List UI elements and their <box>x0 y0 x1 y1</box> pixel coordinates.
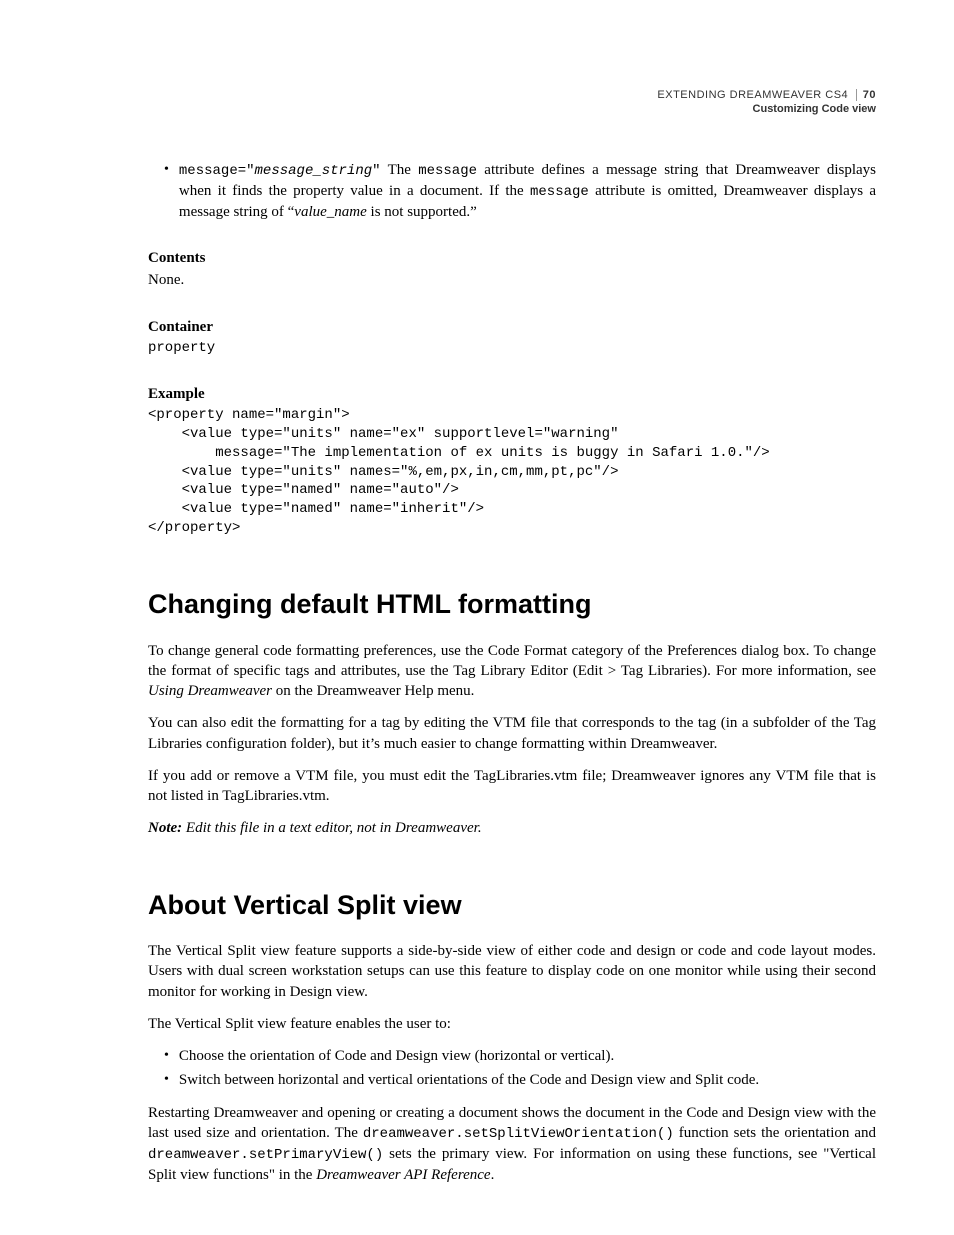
paragraph: You can also edit the formatting for a t… <box>148 713 876 754</box>
code-inline-italic: message_string <box>255 163 373 179</box>
italic-text: value_name <box>294 204 366 220</box>
page-header: EXTENDING DREAMWEAVER CS4 70 Customizing… <box>657 88 876 117</box>
text: . <box>491 1167 495 1183</box>
content: • message="message_string" The message a… <box>148 88 876 1185</box>
note: Note: Edit this file in a text editor, n… <box>148 818 876 838</box>
bullet-text: Switch between horizontal and vertical o… <box>179 1070 876 1090</box>
example-code: <property name="margin"> <value type="un… <box>148 406 876 538</box>
page: EXTENDING DREAMWEAVER CS4 70 Customizing… <box>0 0 954 1235</box>
code-inline: message <box>418 163 477 179</box>
code-inline: message=" <box>179 163 255 179</box>
text: The <box>381 162 419 178</box>
bullet-message-attr: • message="message_string" The message a… <box>148 160 876 222</box>
paragraph: The Vertical Split view feature supports… <box>148 941 876 1002</box>
text: function sets the orientation and <box>674 1125 876 1141</box>
contents-value: None. <box>148 270 876 290</box>
bullet-dot-icon: • <box>164 1070 169 1090</box>
italic-text: Using Dreamweaver <box>148 683 272 699</box>
header-title: EXTENDING DREAMWEAVER CS4 <box>657 89 848 101</box>
subhead-example: Example <box>148 384 876 404</box>
code-inline: dreamweaver.setPrimaryView() <box>148 1147 383 1163</box>
code-inline: " <box>372 163 380 179</box>
header-subtitle: Customizing Code view <box>657 102 876 116</box>
paragraph: If you add or remove a VTM file, you mus… <box>148 766 876 807</box>
list-item: • Switch between horizontal and vertical… <box>148 1070 876 1090</box>
code-inline: message <box>530 184 589 200</box>
subhead-container: Container <box>148 317 876 337</box>
italic-text: Dreamweaver API Reference <box>316 1167 490 1183</box>
text: is not supported.” <box>367 204 477 220</box>
page-number: 70 <box>856 89 876 101</box>
paragraph: Restarting Dreamweaver and opening or cr… <box>148 1103 876 1185</box>
bullet-text: message="message_string" The message att… <box>179 160 876 222</box>
section-heading-changing: Changing default HTML formatting <box>148 586 876 622</box>
section-heading-about-vsv: About Vertical Split view <box>148 887 876 923</box>
paragraph: To change general code formatting prefer… <box>148 641 876 702</box>
text: on the Dreamweaver Help menu. <box>272 683 474 699</box>
container-value: property <box>148 339 876 358</box>
note-text: Edit this file in a text editor, not in … <box>182 820 481 836</box>
header-title-line: EXTENDING DREAMWEAVER CS4 70 <box>657 88 876 102</box>
text: To change general code formatting prefer… <box>148 643 876 679</box>
list-item: • Choose the orientation of Code and Des… <box>148 1046 876 1066</box>
note-label: Note: <box>148 820 182 836</box>
bullet-dot-icon: • <box>164 160 169 222</box>
code-inline: dreamweaver.setSplitViewOrientation() <box>363 1126 674 1142</box>
subhead-contents: Contents <box>148 248 876 268</box>
bullet-text: Choose the orientation of Code and Desig… <box>179 1046 876 1066</box>
bullet-dot-icon: • <box>164 1046 169 1066</box>
paragraph: The Vertical Split view feature enables … <box>148 1014 876 1034</box>
